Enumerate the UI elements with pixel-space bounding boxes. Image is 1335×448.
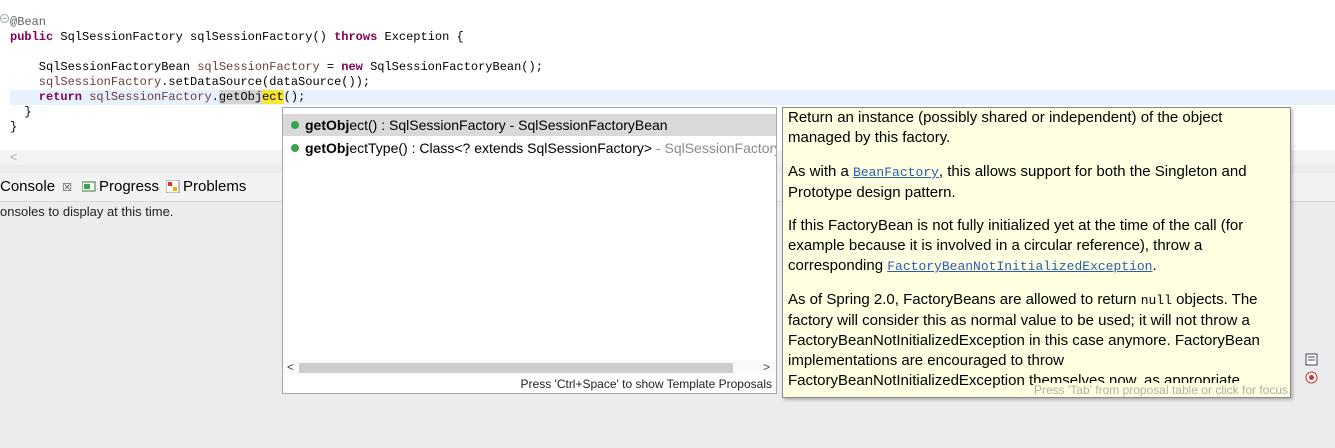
tab-progress-label: Progress <box>99 178 160 195</box>
close-icon[interactable]: ☒ <box>62 182 72 194</box>
javadoc-paragraph-1: Return an instance (possibly shared or i… <box>788 109 1223 146</box>
proposal-status-hint: Press 'Ctrl+Space' to show Template Prop… <box>520 377 772 391</box>
code-line-6-current[interactable]: return sqlSessionFactory.getObject(); <box>10 90 1335 105</box>
proposal-item[interactable]: getObject() : SqlSessionFactory - SqlSes… <box>283 114 776 136</box>
fold-toggle-icon[interactable]: − <box>0 14 9 23</box>
closing-brace: } <box>10 120 18 134</box>
proposal-horizontal-scrollbar[interactable]: < > <box>283 360 776 375</box>
dot: . <box>211 90 219 104</box>
display-console-icon[interactable] <box>1305 371 1318 384</box>
typed-prefix: getObj <box>218 90 263 104</box>
proposal-match: getObj <box>305 140 350 156</box>
var-name: sqlSessionFactory <box>197 60 320 74</box>
completion-preview: ect <box>262 90 284 104</box>
scroll-left-icon[interactable]: < <box>287 360 294 375</box>
proposal-item[interactable]: getObjectType() : Class<? extends SqlSes… <box>283 137 776 159</box>
public-method-icon <box>291 144 299 152</box>
console-empty-message: onsoles to display at this time. <box>0 204 174 219</box>
text: As of Spring 2.0, FactoryBeans are allow… <box>788 291 1141 308</box>
tab-problems[interactable]: Problems <box>165 177 247 197</box>
assign-op: = <box>319 60 342 74</box>
view-toolbar <box>1305 351 1335 387</box>
javadoc-paragraph-2: As with a BeanFactory, this allows suppo… <box>788 162 1284 203</box>
exception-link[interactable]: FactoryBeanNotInitializedException <box>887 259 1152 274</box>
hover-focus-hint: Press 'Tab' from proposal table or click… <box>1033 383 1288 397</box>
pin-console-icon[interactable] <box>1305 353 1318 366</box>
text: As with a <box>788 163 854 180</box>
beanfactory-link[interactable]: BeanFactory <box>853 165 939 180</box>
var-ref: sqlSessionFactory <box>89 90 212 104</box>
tab-progress[interactable]: Progress <box>81 177 160 197</box>
call-end: (); <box>283 90 306 104</box>
method-signature: SqlSessionFactory sqlSessionFactory() <box>53 30 335 44</box>
text: . <box>1152 257 1157 274</box>
tab-console-label: Console <box>0 178 56 195</box>
proposal-match: getObj <box>305 117 350 133</box>
javadoc-paragraph-4: As of Spring 2.0, FactoryBeans are allow… <box>788 290 1284 391</box>
keyword-return: return <box>10 90 83 104</box>
proposal-signature: ect() : SqlSessionFactory - SqlSessionFa… <box>349 117 668 133</box>
exception-clause: Exception { <box>377 30 464 44</box>
var-ref: sqlSessionFactory <box>10 75 162 89</box>
tab-console[interactable]: Console ☒ <box>0 177 72 197</box>
problems-icon <box>165 179 180 194</box>
proposal-signature: ectType() : Class<? extends SqlSessionFa… <box>349 140 653 156</box>
closing-brace: } <box>10 105 32 119</box>
scroll-right-icon[interactable]: > <box>763 360 770 375</box>
javadoc-hover-popup[interactable]: Return an instance (possibly shared or i… <box>782 107 1291 398</box>
content-assist-popup[interactable]: getObject() : SqlSessionFactory - SqlSes… <box>282 107 777 394</box>
code-line-8: } <box>10 120 17 135</box>
tab-problems-label: Problems <box>183 178 247 195</box>
code-line-1: @Bean <box>10 15 46 30</box>
code-line-2: public SqlSessionFactory sqlSessionFacto… <box>10 30 464 45</box>
progress-icon <box>81 179 96 192</box>
keyword-throws: throws <box>334 30 378 44</box>
code-line-4: SqlSessionFactoryBean sqlSessionFactory … <box>10 60 543 75</box>
null-code: null <box>1140 293 1172 308</box>
code-line-5: sqlSessionFactory.setDataSource(dataSour… <box>10 75 370 90</box>
keyword-public: public <box>10 30 54 44</box>
scroll-left-icon[interactable]: < <box>10 150 17 165</box>
scrollbar-thumb[interactable] <box>299 363 733 373</box>
method-call: .setDataSource(dataSource()); <box>161 75 371 89</box>
code-line-7: } <box>10 105 32 120</box>
keyword-new: new <box>341 60 363 74</box>
javadoc-paragraph-3: If this FactoryBean is not fully initial… <box>788 216 1284 277</box>
proposal-qualifier: - SqlSessionFactoryB <box>655 140 776 156</box>
annotation: @Bean <box>10 15 47 29</box>
constructor-call: SqlSessionFactoryBean(); <box>362 60 543 74</box>
public-method-icon <box>291 121 299 129</box>
var-type: SqlSessionFactoryBean <box>10 60 198 74</box>
